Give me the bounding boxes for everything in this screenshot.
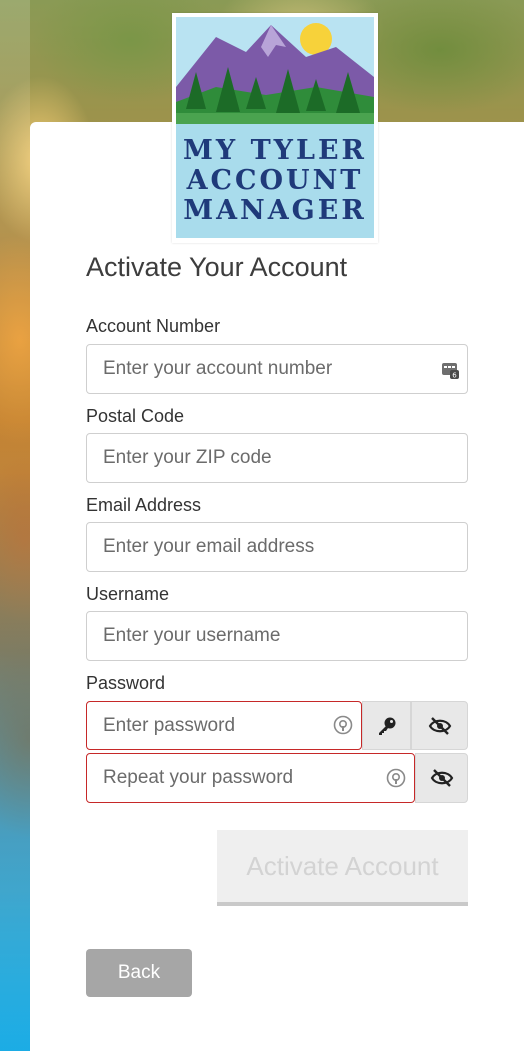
- logo: MY TYLER ACCOUNT MANAGER: [172, 13, 378, 243]
- activate-account-button[interactable]: Activate Account: [217, 830, 468, 906]
- logo-text-panel: MY TYLER ACCOUNT MANAGER: [176, 124, 374, 238]
- toggle-password-visibility-button[interactable]: [411, 701, 468, 750]
- background-edge: [0, 0, 30, 1051]
- password-manager-icon[interactable]: [333, 715, 353, 735]
- password-label: Password: [86, 673, 166, 693]
- logo-line-2: ACCOUNT: [186, 165, 364, 196]
- email-input[interactable]: [86, 522, 468, 572]
- username-label: Username: [86, 584, 170, 604]
- postal-code-label: Postal Code: [86, 406, 185, 426]
- id-card-icon: 6: [440, 360, 460, 380]
- account-number-label: Account Number: [86, 316, 221, 336]
- repeat-password-input[interactable]: [86, 753, 415, 803]
- password-manager-icon[interactable]: [386, 768, 406, 788]
- page-title: Activate Your Account: [86, 252, 348, 282]
- eye-slash-icon: [428, 716, 451, 735]
- password-input[interactable]: [86, 701, 362, 750]
- svg-text:6: 6: [452, 372, 457, 380]
- username-input[interactable]: [86, 611, 468, 661]
- account-number-input[interactable]: [86, 344, 468, 394]
- key-icon: [378, 717, 395, 735]
- logo-line-3: MANAGER: [183, 195, 367, 226]
- eye-slash-icon: [430, 769, 453, 787]
- toggle-repeat-password-visibility-button[interactable]: [415, 753, 468, 803]
- logo-line-1: MY TYLER: [183, 135, 367, 166]
- postal-code-input[interactable]: [86, 433, 468, 483]
- mountain-logo-art: [176, 17, 374, 124]
- back-button[interactable]: Back: [86, 949, 192, 997]
- generate-password-button[interactable]: [362, 701, 411, 750]
- email-label: Email Address: [86, 495, 202, 515]
